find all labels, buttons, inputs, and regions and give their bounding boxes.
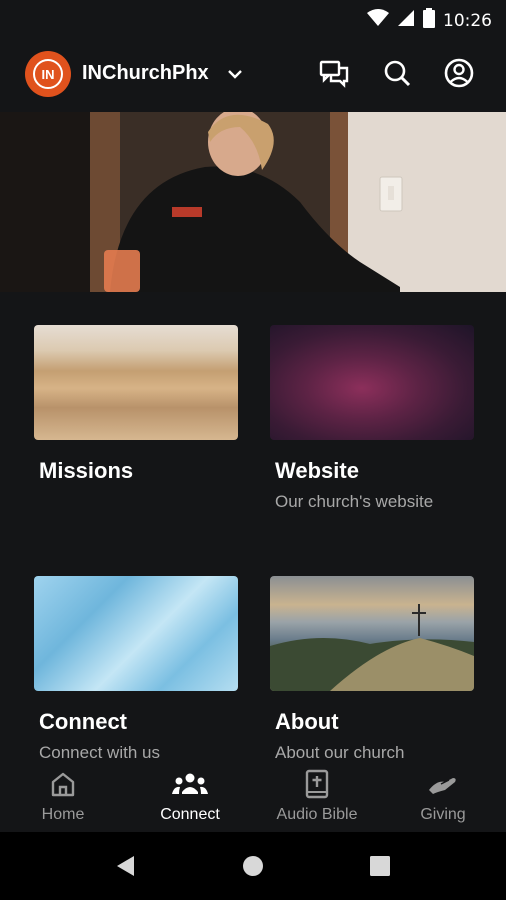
card-title: Connect [39, 709, 127, 734]
nav-connect[interactable]: Connect [127, 768, 253, 824]
app-bar: IN INChurchPhx [0, 36, 506, 112]
website-image [270, 325, 474, 440]
bottom-navigation: Home Connect Audio Bible Giving [0, 760, 506, 832]
wifi-icon [367, 9, 389, 32]
card-title: Missions [39, 458, 134, 483]
nav-audio-bible[interactable]: Audio Bible [254, 768, 380, 824]
nav-giving[interactable]: Giving [380, 768, 506, 824]
nav-giving-label: Giving [420, 806, 466, 823]
search-icon[interactable] [381, 57, 413, 89]
home-icon [0, 768, 126, 800]
about-image [270, 576, 474, 691]
nav-audio-bible-label: Audio Bible [276, 806, 358, 823]
nav-home-label: Home [41, 806, 85, 823]
nav-home[interactable]: Home [0, 768, 126, 824]
account-icon[interactable] [443, 57, 475, 89]
system-navigation-bar [0, 832, 506, 900]
card-missions[interactable]: Missions [34, 325, 238, 484]
signal-icon [397, 9, 415, 32]
connect-image [34, 576, 238, 691]
card-website[interactable]: Website Our church's website [270, 325, 474, 512]
status-icons: 10:26 [367, 8, 492, 33]
giving-hand-icon [380, 768, 506, 800]
missions-image [34, 325, 238, 440]
church-logo-text: IN [33, 59, 63, 89]
church-name[interactable]: INChurchPhx [82, 62, 209, 85]
status-time: 10:26 [443, 10, 492, 31]
chevron-down-icon[interactable] [226, 65, 244, 88]
card-subtitle: Our church's website [275, 492, 434, 511]
card-subtitle: Connect with us [39, 743, 160, 760]
card-title: About [275, 709, 339, 734]
card-connect[interactable]: Connect Connect with us [34, 576, 238, 760]
status-bar: 10:26 [0, 0, 506, 36]
hero-banner-image[interactable] [0, 112, 506, 292]
card-title: Website [275, 458, 359, 483]
connect-content: Missions Website Our church's website Co… [0, 292, 506, 760]
bible-icon [254, 768, 380, 800]
chat-icon[interactable] [318, 57, 350, 89]
card-about[interactable]: About About our church [270, 576, 474, 760]
nav-connect-label: Connect [160, 806, 220, 823]
back-icon[interactable] [114, 854, 138, 883]
home-circle-icon[interactable] [242, 855, 264, 882]
people-icon [127, 768, 253, 800]
battery-icon [423, 8, 435, 33]
church-logo[interactable]: IN [25, 51, 71, 97]
card-subtitle: About our church [275, 743, 405, 760]
recents-square-icon[interactable] [369, 855, 391, 882]
